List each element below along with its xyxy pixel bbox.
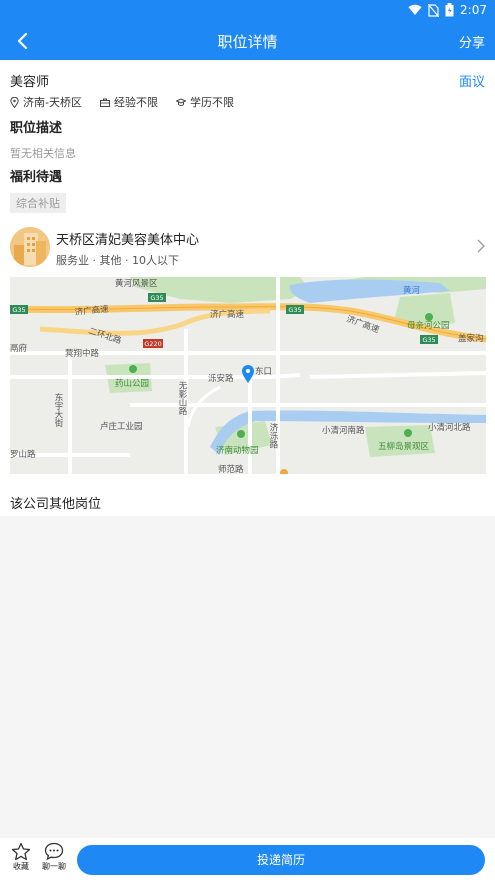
chat-bubble-icon <box>44 842 64 861</box>
status-icons: 2:07 <box>408 3 487 17</box>
park-marker <box>425 313 433 321</box>
highway-shield: G35 <box>12 306 25 314</box>
map-graphic: 黄河风景区 济广高速 济广高速 济广高速 二环北路 蓂翔中路 药山公园 无影山路… <box>10 277 486 474</box>
map-label: 东宇大街 <box>53 392 63 428</box>
other-jobs-title: 该公司其他岗位 <box>10 497 102 512</box>
header-bar: 职位详情 分享 <box>0 22 495 60</box>
battery-icon <box>445 3 454 17</box>
park-marker <box>237 430 245 438</box>
salary: 面议 <box>458 75 485 90</box>
job-title: 美容师 <box>10 75 50 90</box>
briefcase-icon <box>99 98 110 107</box>
education-text: 学历不限 <box>189 96 234 109</box>
star-icon <box>11 842 31 861</box>
company-map[interactable]: 黄河风景区 济广高速 济广高速 济广高速 二环北路 蓂翔中路 药山公园 无影山路… <box>10 277 486 474</box>
map-label: 济广高速 <box>210 309 245 320</box>
submit-resume-button[interactable]: 投递简历 <box>77 845 485 875</box>
page-title: 职位详情 <box>217 33 278 51</box>
map-label: 济南动物园 <box>216 445 259 456</box>
education-tag: 学历不限 <box>175 94 234 110</box>
map-label: 卢庄工业园 <box>100 421 143 432</box>
map-label: 小清河北路 <box>428 422 471 433</box>
favorite-button[interactable]: 收藏 <box>7 842 35 872</box>
experience-tag: 经验不限 <box>99 94 158 110</box>
highway-shield: G35 <box>150 294 163 302</box>
map-label: 母亲河公园 <box>407 320 450 331</box>
park-marker <box>404 429 412 437</box>
job-tags: 济南-天桥区 经验不限 学历不限 <box>10 94 234 110</box>
graduation-cap-icon <box>175 97 186 106</box>
map-label: 黄河风景区 <box>115 278 158 289</box>
experience-text: 经验不限 <box>113 96 158 109</box>
location-pin-icon <box>10 96 19 108</box>
map-label: 无影山路 <box>177 381 187 416</box>
location-tag: 济南-天桥区 <box>10 94 82 110</box>
wifi-icon <box>408 4 422 16</box>
company-logo <box>10 227 50 267</box>
map-label: 黄河 <box>403 285 421 296</box>
map-label: 东口 <box>255 366 272 377</box>
job-detail-card: 美容师 面议 济南-天桥区 经验不限 学历不限 职位描述 暂无相关信息 福利待遇… <box>0 60 495 516</box>
map-label: 罗山路 <box>10 449 36 460</box>
chevron-right-icon <box>477 239 485 253</box>
chat-label: 聊一聊 <box>42 862 66 871</box>
map-label: 盖家沟 <box>458 333 484 344</box>
favorite-label: 收藏 <box>13 862 29 871</box>
highway-shield: G35 <box>288 306 301 314</box>
map-label: 师范路 <box>218 464 244 474</box>
highway-shield: G220 <box>144 340 161 348</box>
status-bar: 2:07 <box>0 0 495 22</box>
company-row[interactable]: 天桥区清妃美容美体中心 服务业 · 其他 · 10人以下 <box>0 225 495 273</box>
building-icon <box>10 227 50 267</box>
company-name: 天桥区清妃美容美体中心 <box>56 233 200 248</box>
benefits-title: 福利待遇 <box>10 170 63 185</box>
bottom-bar: 收藏 聊一聊 投递简历 <box>0 838 495 880</box>
map-label: 蓂翔中路 <box>65 348 100 359</box>
no-sim-icon <box>428 3 440 17</box>
map-label: 小清河南路 <box>322 425 365 436</box>
share-button[interactable]: 分享 <box>459 32 485 51</box>
park-marker <box>129 365 137 373</box>
description-title: 职位描述 <box>10 121 63 136</box>
map-label: 药山公园 <box>115 378 149 389</box>
company-meta: 服务业 · 其他 · 10人以下 <box>56 254 179 267</box>
chat-button[interactable]: 聊一聊 <box>40 842 68 872</box>
benefit-tag: 综合补贴 <box>10 193 66 213</box>
map-label: 济泺路 <box>268 422 278 449</box>
description-text: 暂无相关信息 <box>10 147 76 160</box>
location-text: 济南-天桥区 <box>23 96 82 109</box>
map-label: 鬲府 <box>10 343 28 354</box>
map-label: 泺安路 <box>208 373 234 384</box>
status-time: 2:07 <box>460 3 487 17</box>
map-label: 五柳岛景观区 <box>378 441 430 452</box>
highway-shield: G35 <box>422 336 435 344</box>
